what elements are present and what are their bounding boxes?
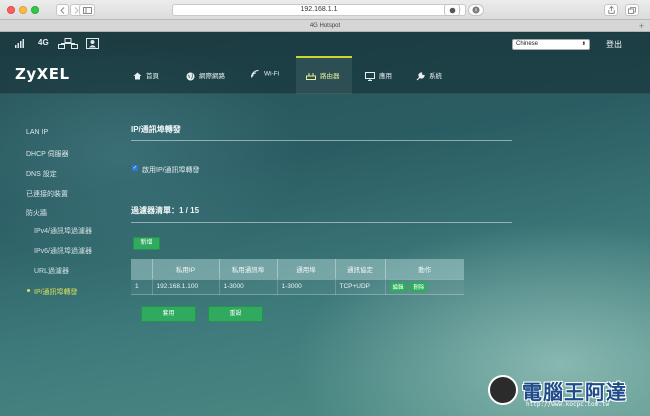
language-select[interactable]: Chinese ⬍	[512, 39, 590, 50]
nav-router[interactable]: 路由器	[296, 56, 352, 94]
sidebar-item-url-filter[interactable]: URL過濾器	[34, 266, 69, 276]
sidebar-toggle-button[interactable]	[79, 4, 95, 16]
zyxel-logo: ZyXEL	[15, 65, 70, 83]
status-bar: 4G Chinese ⬍ 登出	[0, 33, 650, 56]
wifi-icon	[250, 69, 259, 78]
sidebar-icon	[82, 7, 92, 14]
lan-icon	[58, 38, 78, 49]
logout-link[interactable]: 登出	[606, 39, 622, 50]
nav-label: Wi-Fi	[264, 70, 280, 78]
share-icon	[607, 5, 615, 14]
edit-button[interactable]: 編輯	[389, 281, 407, 292]
home-icon	[133, 72, 142, 80]
svg-text:A: A	[475, 8, 478, 13]
new-tab-icon[interactable]: +	[639, 20, 644, 32]
sidebar-item-lan-ip[interactable]: LAN IP	[26, 129, 48, 136]
active-indicator	[27, 289, 30, 292]
enable-label: 啟用IP/通訊埠轉發	[142, 167, 200, 174]
table-header-row: 私用IP 私用通訊埠 通用埠 通訊協定 動作	[131, 259, 464, 279]
signal-icon	[15, 39, 24, 48]
sidebar-item-dns[interactable]: DNS 設定	[26, 169, 57, 179]
user-icon	[86, 38, 99, 49]
puzzle-icon	[449, 7, 455, 14]
watermark-url: http://www.kocpc.com.tw	[526, 401, 610, 408]
cell-private-port: 1-3000	[219, 278, 278, 295]
wrench-icon	[416, 72, 425, 81]
add-button[interactable]: 新增	[133, 237, 160, 250]
sidebar-item-ipv6-filter[interactable]: IPv6/通訊埠過濾器	[34, 246, 92, 256]
window-close-button[interactable]	[7, 6, 15, 14]
nav-label: 系統	[429, 73, 442, 80]
adblock-icon: A	[472, 6, 480, 14]
nav-label: 應用	[379, 73, 392, 80]
nav-label: 網際網路	[199, 73, 225, 80]
page-title: IP/通訊埠轉發	[131, 125, 181, 134]
col-action-header: 動作	[385, 259, 464, 279]
watermark: 電腦王阿達 http://www.kocpc.com.tw	[488, 373, 643, 413]
sidebar-item-firewall[interactable]: 防火牆	[26, 208, 47, 218]
adblock-button[interactable]: A	[468, 4, 484, 16]
nav-apps[interactable]: 應用	[360, 56, 406, 94]
filter-list-title: 過濾器清單：1 / 15	[131, 206, 200, 215]
select-arrows-icon: ⬍	[581, 41, 586, 47]
network-type: 4G	[38, 38, 49, 47]
delete-button[interactable]: 刪除	[410, 281, 428, 292]
window-maximize-button[interactable]	[31, 6, 39, 14]
address-bar[interactable]: 192.168.1.1 ↻	[172, 4, 466, 16]
window-minimize-button[interactable]	[19, 6, 27, 14]
cell-private-ip: 192.168.1.100	[152, 278, 220, 295]
cell-protocol: TCP+UDP	[335, 278, 386, 295]
sidebar-item-connected-devices[interactable]: 已連接的裝置	[26, 189, 68, 199]
col-private-ip-header: 私用IP	[152, 259, 220, 279]
chevron-left-icon	[60, 7, 65, 14]
globe-icon	[186, 72, 195, 81]
nav-system[interactable]: 系統	[411, 56, 457, 94]
col-private-port-header: 私用通訊埠	[219, 259, 278, 279]
tabs-overview-button[interactable]	[625, 4, 639, 16]
nav-label: 路由器	[320, 73, 340, 80]
mascot-icon	[488, 375, 518, 405]
apply-button[interactable]: 套用	[141, 306, 196, 322]
sidebar-item-dhcp[interactable]: DHCP 伺服器	[26, 149, 69, 159]
nav-internet[interactable]: 網際網路	[181, 56, 241, 94]
router-page: 4G Chinese ⬍ 登出 ZyXEL 首頁 網際網路 Wi-Fi 路由器 …	[0, 33, 650, 416]
tab-title[interactable]: 4G Hotspot	[310, 23, 340, 29]
col-index-header	[131, 259, 153, 279]
cell-actions: 編輯 刪除	[385, 278, 464, 295]
table-row: 1 192.168.1.100 1-3000 1-3000 TCP+UDP 編輯…	[131, 278, 464, 295]
nav-label: 首頁	[146, 73, 159, 80]
url-text: 192.168.1.1	[300, 6, 338, 13]
col-public-port-header: 通用埠	[277, 259, 336, 279]
browser-toolbar: 192.168.1.1 ↻ A	[0, 0, 650, 20]
port-forward-table: 私用IP 私用通訊埠 通用埠 通訊協定 動作 1 192.168.1.100 1…	[131, 259, 464, 295]
col-protocol-header: 通訊協定	[335, 259, 386, 279]
router-icon	[306, 73, 316, 81]
sidebar-item-label: IP/通訊埠轉發	[34, 289, 78, 296]
enable-checkbox[interactable]: ✓	[132, 165, 138, 171]
share-button[interactable]	[604, 4, 618, 16]
extension-button[interactable]	[444, 4, 460, 16]
nav-wifi[interactable]: Wi-Fi	[246, 56, 290, 94]
language-value: Chinese	[516, 41, 539, 47]
tabs-icon	[628, 7, 636, 14]
cell-index: 1	[131, 278, 153, 295]
sidebar-item-port-forwarding[interactable]: IP/通訊埠轉發	[27, 287, 78, 297]
back-button[interactable]	[56, 4, 69, 16]
monitor-icon	[365, 71, 375, 81]
cell-public-port: 1-3000	[277, 278, 336, 295]
main-nav: ZyXEL 首頁 網際網路 Wi-Fi 路由器 應用 系統	[0, 56, 650, 94]
reset-button[interactable]: 重設	[208, 306, 263, 322]
title-divider	[131, 140, 512, 141]
sidebar-item-ipv4-filter[interactable]: IPv4/通訊埠過濾器	[34, 226, 92, 236]
nav-home[interactable]: 首頁	[128, 56, 176, 94]
list-divider	[131, 222, 512, 223]
tab-bar: 4G Hotspot +	[0, 20, 650, 32]
